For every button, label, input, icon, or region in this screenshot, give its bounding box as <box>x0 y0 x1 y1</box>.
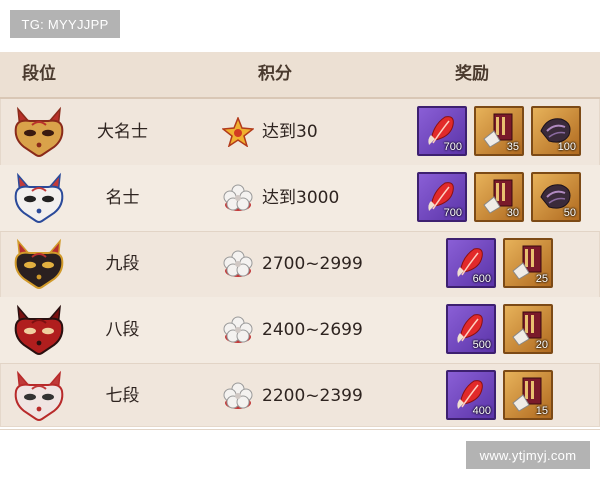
reward-item[interactable]: 50 <box>531 172 581 222</box>
reward-quantity: 20 <box>535 339 548 351</box>
reward-item[interactable]: 20 <box>503 304 553 354</box>
header-rank: 段位 <box>22 64 56 84</box>
rank-name: 九段 <box>105 254 140 274</box>
score-requirement: 达到30 <box>262 122 318 142</box>
black-fox-mask-icon <box>10 237 68 291</box>
table-row: 七段 2200~2399 400 15 <box>0 363 600 430</box>
reward-quantity: 50 <box>563 207 576 219</box>
white-flower-icon <box>222 381 254 411</box>
reward-item[interactable]: 35 <box>474 106 524 156</box>
gold-star-icon <box>221 115 255 148</box>
reward-quantity: 700 <box>443 141 462 153</box>
reward-item[interactable]: 25 <box>503 238 553 288</box>
reward-list: 700 35 100 <box>417 106 581 158</box>
red-fox-mask-icon <box>10 303 68 357</box>
reward-list: 500 20 <box>446 304 553 356</box>
reward-quantity: 100 <box>557 141 576 153</box>
reward-quantity: 600 <box>472 273 491 285</box>
rank-name: 八段 <box>105 320 140 340</box>
reward-quantity: 15 <box>535 405 548 417</box>
rank-name: 大名士 <box>97 122 148 142</box>
watermark-top: TG: MYYJJPP <box>10 10 120 38</box>
score-requirement: 2400~2699 <box>262 320 363 340</box>
white-flower-icon <box>222 315 254 345</box>
reward-item[interactable]: 400 <box>446 370 496 420</box>
reward-list: 600 25 <box>446 238 553 290</box>
pale-fox-mask-icon <box>10 369 68 423</box>
reward-list: 400 15 <box>446 370 553 422</box>
reward-item[interactable]: 15 <box>503 370 553 420</box>
rank-name: 名士 <box>105 188 140 208</box>
reward-quantity: 400 <box>472 405 491 417</box>
reward-quantity: 500 <box>472 339 491 351</box>
gold-fox-mask-icon <box>10 105 68 159</box>
reward-item[interactable]: 30 <box>474 172 524 222</box>
score-requirement: 达到3000 <box>262 188 340 208</box>
watermark-bottom: www.ytjmyj.com <box>466 441 590 469</box>
reward-item[interactable]: 600 <box>446 238 496 288</box>
white-flower-icon <box>222 249 254 279</box>
rank-reward-table: 段位 积分 奖励 大名士 达到30 700 35 100 名士 达到3000 7… <box>0 52 600 430</box>
reward-item[interactable]: 100 <box>531 106 581 156</box>
reward-item[interactable]: 700 <box>417 172 467 222</box>
reward-item[interactable]: 700 <box>417 106 467 156</box>
white-flower-icon <box>222 183 254 213</box>
rank-name: 七段 <box>105 386 140 406</box>
reward-quantity: 30 <box>506 207 519 219</box>
reward-quantity: 25 <box>535 273 548 285</box>
header-score: 积分 <box>258 64 292 84</box>
table-row: 大名士 达到30 700 35 100 <box>0 99 600 166</box>
table-row: 八段 2400~2699 500 20 <box>0 297 600 364</box>
header-reward: 奖励 <box>455 64 489 84</box>
white-fox-mask-icon <box>10 171 68 225</box>
reward-quantity: 35 <box>506 141 519 153</box>
reward-item[interactable]: 500 <box>446 304 496 354</box>
table-row: 名士 达到3000 700 30 50 <box>0 165 600 232</box>
reward-list: 700 30 50 <box>417 172 581 224</box>
table-header: 段位 积分 奖励 <box>0 52 600 99</box>
table-row: 九段 2700~2999 600 25 <box>0 231 600 298</box>
score-requirement: 2700~2999 <box>262 254 363 274</box>
reward-quantity: 700 <box>443 207 462 219</box>
score-requirement: 2200~2399 <box>262 386 363 406</box>
